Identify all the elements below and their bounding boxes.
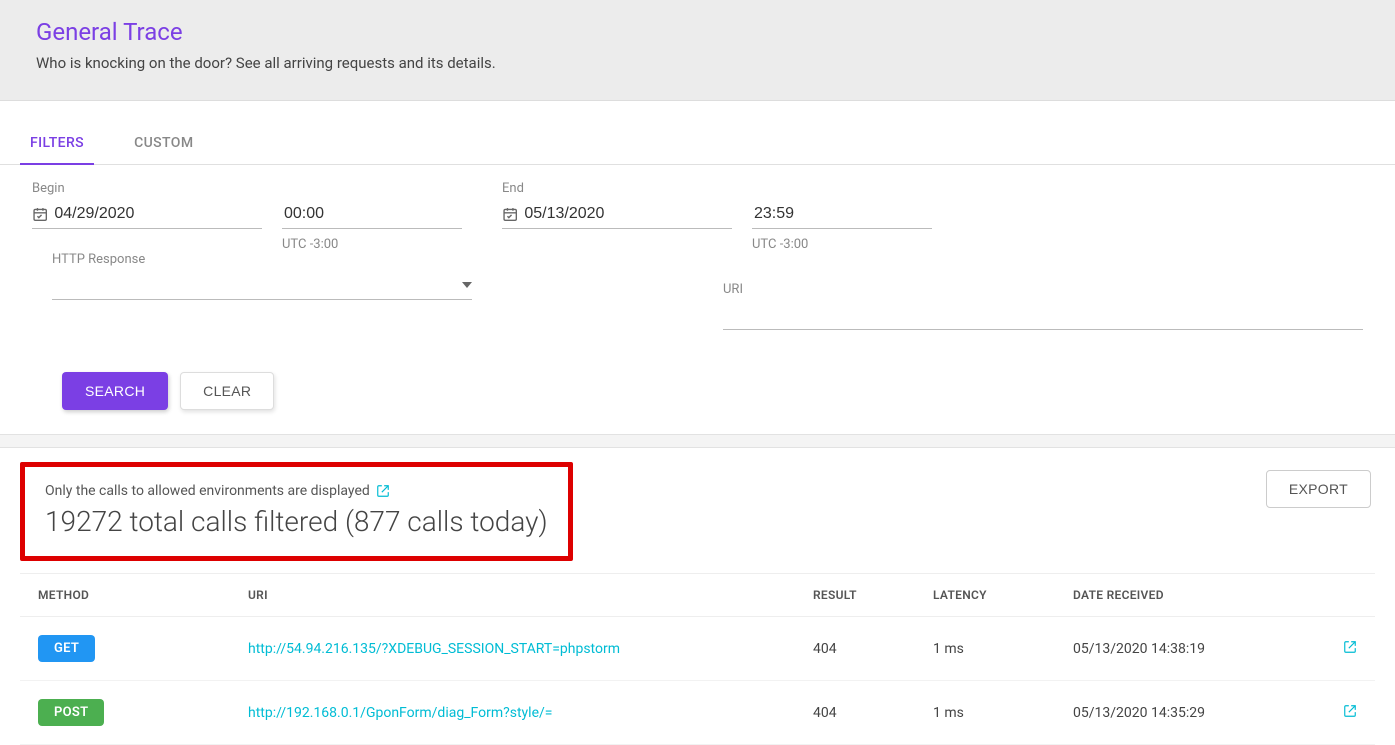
uri-link[interactable]: http://192.168.0.1/GponForm/diag_Form?st… <box>248 705 552 721</box>
results-highlight-box: Only the calls to allowed environments a… <box>20 462 573 561</box>
result-cell: 404 <box>795 617 915 681</box>
method-badge: GET <box>38 635 95 662</box>
open-detail-icon[interactable] <box>1343 640 1357 654</box>
latency-cell: 1 ms <box>915 681 1055 745</box>
table-row: POST http://192.168.0.1/GponForm/diag_For… <box>20 681 1375 745</box>
page-subtitle: Who is knocking on the door? See all arr… <box>36 54 1359 72</box>
end-time-field[interactable] <box>752 200 932 229</box>
search-button[interactable]: SEARCH <box>62 372 168 410</box>
end-date-input[interactable] <box>522 204 732 224</box>
uri-link[interactable]: http://54.94.216.135/?XDEBUG_SESSION_STA… <box>248 641 620 657</box>
http-response-label: HTTP Response <box>52 252 703 267</box>
tab-filters[interactable]: FILTERS <box>20 119 94 165</box>
method-badge: POST <box>38 699 104 726</box>
col-date-received[interactable]: DATE RECEIVED <box>1055 574 1325 617</box>
results-summary-row: Only the calls to allowed environments a… <box>0 448 1395 561</box>
calendar-icon <box>502 205 518 223</box>
calls-table: METHOD URI RESULT LATENCY DATE RECEIVED … <box>20 573 1375 745</box>
date-received-cell: 05/13/2020 14:35:29 <box>1055 681 1325 745</box>
section-divider <box>0 434 1395 448</box>
begin-date-input[interactable] <box>52 204 262 224</box>
col-method[interactable]: METHOD <box>20 574 230 617</box>
begin-time-input[interactable] <box>282 204 462 224</box>
begin-label: Begin <box>32 181 262 196</box>
begin-date-field[interactable] <box>32 200 262 229</box>
table-row: GET http://54.94.216.135/?XDEBUG_SESSION_… <box>20 617 1375 681</box>
tab-custom[interactable]: CUSTOM <box>124 119 203 165</box>
http-response-select[interactable] <box>52 271 472 300</box>
external-link-icon[interactable] <box>376 484 390 498</box>
tabs-row: FILTERS CUSTOM <box>0 119 1395 165</box>
spacer-label <box>752 181 912 196</box>
begin-tz: UTC -3:00 <box>282 237 442 252</box>
col-uri[interactable]: URI <box>230 574 795 617</box>
uri-input[interactable] <box>723 305 1363 325</box>
end-date-field[interactable] <box>502 200 732 229</box>
spacer-label <box>282 181 442 196</box>
col-latency[interactable]: LATENCY <box>915 574 1055 617</box>
page-title: General Trace <box>36 18 1359 46</box>
export-button[interactable]: EXPORT <box>1266 470 1371 508</box>
uri-field[interactable] <box>723 301 1363 330</box>
calendar-icon <box>32 205 48 223</box>
http-response-input[interactable] <box>52 275 462 295</box>
end-tz: UTC -3:00 <box>752 237 912 252</box>
date-received-cell: 05/13/2020 14:38:19 <box>1055 617 1325 681</box>
filter-form: Begin UTC -3:00 End UTC -3:00 <box>0 165 1395 434</box>
allowed-environments-text: Only the calls to allowed environments a… <box>45 483 370 499</box>
total-calls-text: 19272 total calls filtered (877 calls to… <box>45 505 548 538</box>
result-cell: 404 <box>795 681 915 745</box>
latency-cell: 1 ms <box>915 617 1055 681</box>
begin-time-field[interactable] <box>282 200 462 229</box>
page-header: General Trace Who is knocking on the doo… <box>0 0 1395 101</box>
col-result[interactable]: RESULT <box>795 574 915 617</box>
col-actions <box>1325 574 1375 617</box>
uri-label: URI <box>723 282 1363 297</box>
clear-button[interactable]: CLEAR <box>180 372 274 410</box>
end-time-input[interactable] <box>752 204 932 224</box>
open-detail-icon[interactable] <box>1343 704 1357 718</box>
chevron-down-icon <box>462 280 472 290</box>
end-label: End <box>502 181 732 196</box>
